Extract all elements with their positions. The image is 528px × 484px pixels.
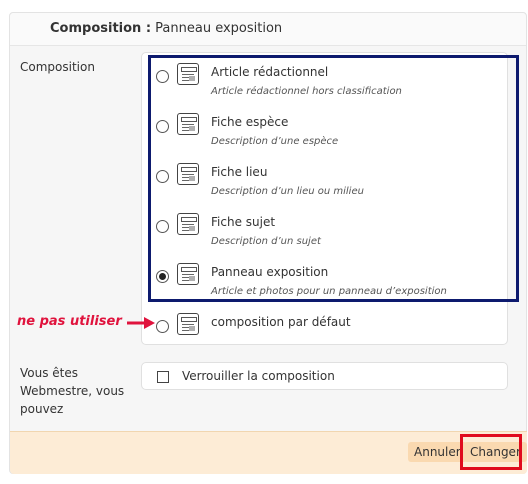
option-composition-par-defaut[interactable]: composition par défaut	[141, 312, 508, 342]
panel-header: Composition : Panneau exposition	[10, 13, 526, 46]
annotation-note: ne pas utiliser	[17, 314, 122, 329]
radio-composition-par-defaut[interactable]	[156, 320, 169, 333]
composition-label: Composition	[20, 60, 95, 74]
page-title: Composition : Panneau exposition	[50, 21, 282, 36]
arrow-right-icon	[127, 317, 155, 329]
lock-checkbox[interactable]	[157, 371, 169, 383]
title-label: Composition :	[50, 21, 152, 36]
cancel-button[interactable]: Annuler	[408, 442, 467, 462]
highlight-box	[148, 55, 519, 302]
option-title: composition par défaut	[211, 315, 351, 329]
lock-label: Verrouiller la composition	[182, 369, 335, 383]
webmaster-label: Vous êtes Webmestre, vous pouvez	[20, 366, 125, 416]
lock-option[interactable]: Verrouiller la composition	[141, 362, 508, 390]
highlight-submit-box	[460, 434, 522, 470]
title-value: Panneau exposition	[155, 21, 283, 36]
composition-icon	[177, 313, 199, 335]
